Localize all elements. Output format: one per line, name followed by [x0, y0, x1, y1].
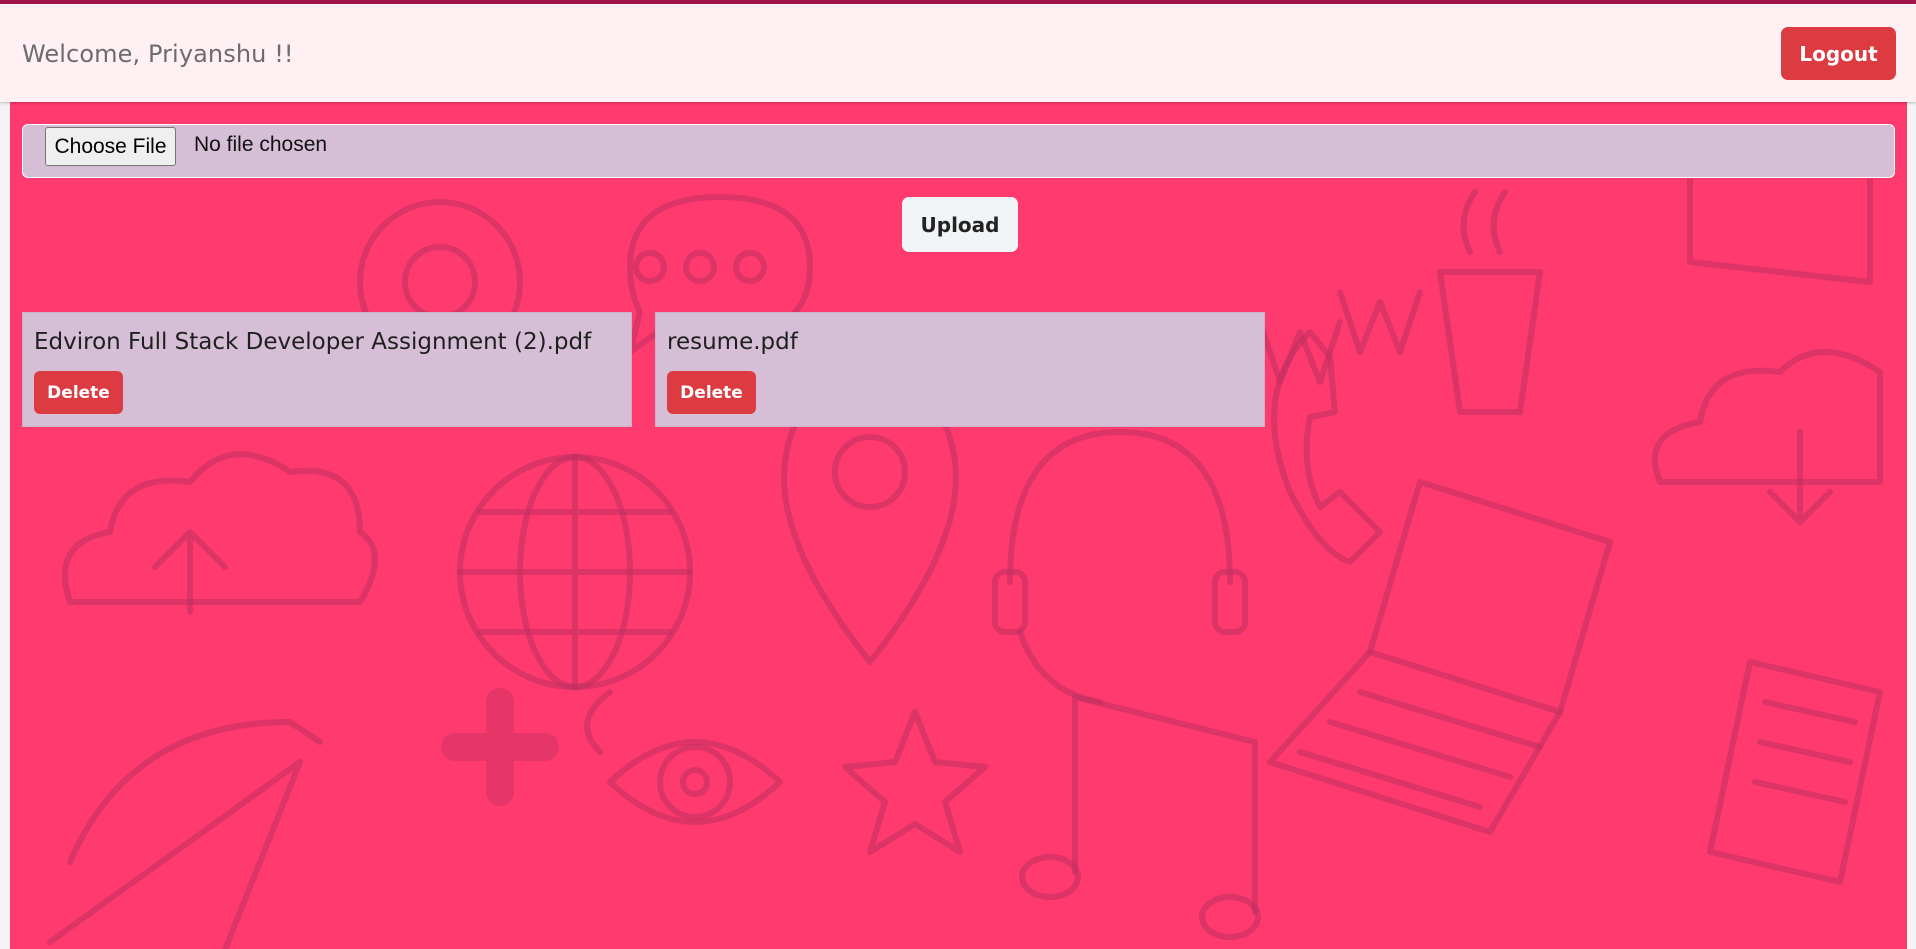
file-name: Edviron Full Stack Developer Assignment …	[34, 329, 592, 355]
cloud-download-icon	[1652, 349, 1883, 525]
no-file-chosen-text: No file chosen	[194, 133, 328, 156]
logout-button[interactable]: Logout	[1781, 27, 1896, 80]
delete-button[interactable]: Delete	[34, 371, 123, 414]
music-note-icon	[1019, 694, 1261, 940]
welcome-message: Welcome, Priyanshu !!	[22, 40, 294, 68]
cloud-upload-icon	[62, 451, 378, 615]
plus-icon	[441, 688, 559, 806]
file-name: resume.pdf	[667, 329, 798, 355]
laptop-icon	[1267, 479, 1613, 835]
file-input-bar: Choose File No file chosen	[22, 124, 1895, 178]
file-card: resume.pdf Delete	[655, 312, 1265, 427]
file-card: Edviron Full Stack Developer Assignment …	[22, 312, 632, 427]
headset-icon	[992, 429, 1248, 705]
notebook-icon	[1707, 659, 1883, 885]
choose-file-button[interactable]: Choose File	[45, 127, 176, 166]
eye-icon	[607, 739, 783, 825]
top-navbar: Welcome, Priyanshu !! Logout	[0, 4, 1916, 102]
paper-plane-icon	[47, 719, 323, 949]
main-content: Choose File No file chosen Upload Edviro…	[10, 102, 1907, 949]
delete-button[interactable]: Delete	[667, 371, 756, 414]
star-icon	[842, 709, 988, 855]
coffee-cup-icon	[1437, 189, 1543, 415]
upload-button[interactable]: Upload	[902, 197, 1018, 252]
